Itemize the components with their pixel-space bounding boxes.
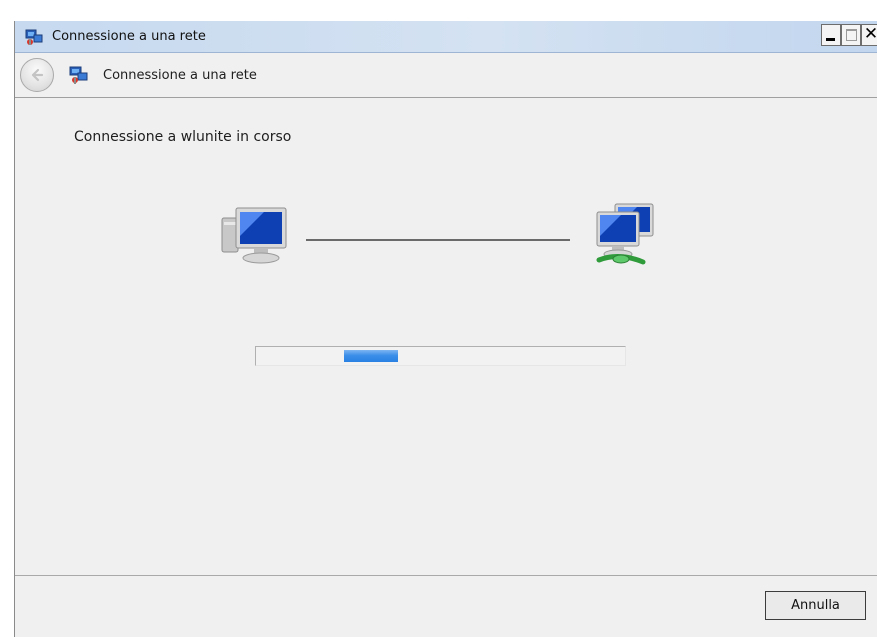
minimize-button[interactable] [821, 24, 841, 46]
title-bar[interactable]: Connessione a una rete ✕ [15, 21, 877, 53]
network-connection-window: Connessione a una rete ✕ Connessione a u… [14, 21, 877, 637]
main-content: Connessione a wlunite in corso [15, 99, 877, 576]
maximize-icon [846, 29, 857, 41]
connection-line [306, 239, 570, 241]
footer-bar: Annulla [15, 577, 877, 637]
network-connection-icon [69, 66, 88, 84]
progress-indicator [344, 350, 398, 362]
status-heading: Connessione a wlunite in corso [74, 129, 292, 145]
nav-title: Connessione a una rete [103, 68, 257, 83]
minimize-icon [826, 38, 835, 41]
window-title: Connessione a una rete [52, 29, 206, 44]
network-icon [596, 203, 654, 265]
back-arrow-icon [31, 68, 44, 82]
progress-bar [255, 346, 626, 366]
cancel-button[interactable]: Annulla [765, 591, 866, 620]
close-button[interactable]: ✕ [861, 24, 877, 46]
maximize-button[interactable] [841, 24, 861, 46]
navigation-bar: Connessione a una rete [15, 53, 877, 98]
network-connection-icon [25, 29, 43, 45]
close-icon: ✕ [863, 24, 877, 44]
computer-icon [221, 207, 287, 264]
back-button[interactable] [20, 58, 54, 92]
